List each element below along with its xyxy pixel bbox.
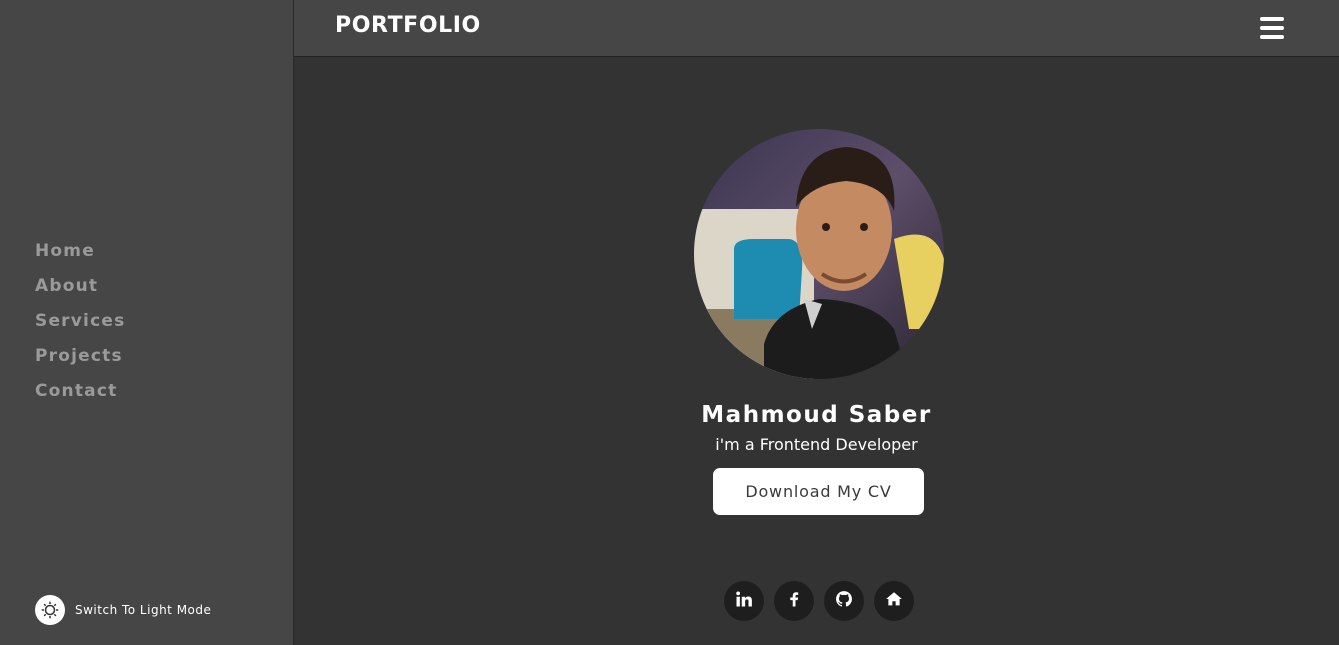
home-icon: [885, 590, 903, 612]
sidebar: Home About Services Projects Contact Swi…: [0, 0, 294, 645]
nav-item-about[interactable]: About: [35, 275, 125, 310]
github-link[interactable]: [824, 581, 864, 621]
profile-photo: [694, 129, 944, 379]
nav-item-home[interactable]: Home: [35, 240, 125, 275]
nav-item-projects[interactable]: Projects: [35, 345, 125, 380]
linkedin-link[interactable]: [724, 581, 764, 621]
light-mode-toggle[interactable]: Switch To Light Mode: [35, 595, 211, 625]
nav-item-contact[interactable]: Contact: [35, 380, 125, 415]
profile-tagline: i'm a Frontend Developer: [715, 435, 918, 454]
brand-title[interactable]: PORTFOLIO: [335, 13, 481, 38]
top-bar: PORTFOLIO: [294, 0, 1339, 57]
home-link[interactable]: [874, 581, 914, 621]
light-mode-label: Switch To Light Mode: [75, 603, 212, 617]
sidebar-nav: Home About Services Projects Contact: [35, 240, 125, 415]
linkedin-icon: [735, 590, 753, 612]
sun-icon: [35, 595, 65, 625]
nav-item-services[interactable]: Services: [35, 310, 125, 345]
github-icon: [835, 590, 853, 612]
hamburger-menu-icon[interactable]: [1260, 17, 1284, 39]
facebook-icon: [785, 590, 803, 612]
facebook-link[interactable]: [774, 581, 814, 621]
download-cv-button[interactable]: Download My CV: [713, 468, 924, 515]
profile-name: Mahmoud Saber: [701, 402, 932, 428]
